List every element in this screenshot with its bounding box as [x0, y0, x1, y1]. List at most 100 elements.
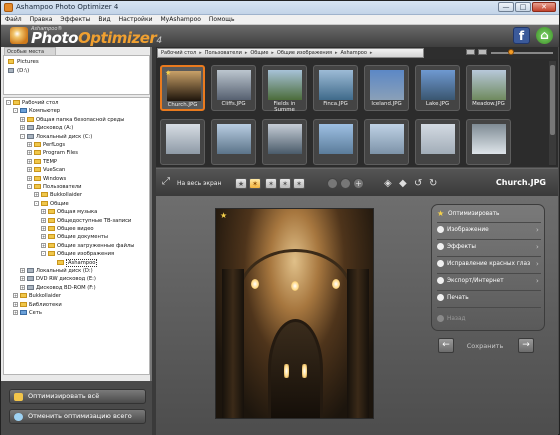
expand-icon[interactable]: +	[13, 293, 18, 299]
thumbnail[interactable]: Lake.JPG	[415, 65, 460, 111]
tree-node[interactable]: + Локальный диск (D:)	[20, 267, 93, 275]
tree-node[interactable]: + Общая папка безопасной среды	[20, 116, 124, 124]
before-after-button[interactable]: ✶	[279, 178, 291, 189]
tree-node[interactable]: - Пользователи	[27, 183, 82, 191]
folder-tree[interactable]: - Рабочий стол - Компьютер + Общая папка безо…	[3, 97, 150, 375]
expand-icon[interactable]: +	[27, 175, 32, 181]
compare-view-button[interactable]: ✶	[249, 178, 261, 189]
expand-icon[interactable]: +	[27, 158, 32, 164]
tree-node[interactable]: + Bukkollaider	[13, 292, 61, 300]
list-view-icon[interactable]	[478, 49, 487, 55]
menu-help[interactable]: Помощь	[205, 15, 239, 24]
collapse-icon[interactable]: -	[34, 200, 39, 206]
facebook-icon[interactable]: f	[513, 27, 530, 44]
breadcrumb-item[interactable]: Общие	[247, 50, 271, 56]
collapse-icon[interactable]: -	[27, 184, 32, 189]
zoom-in-icon[interactable]: +	[353, 178, 364, 189]
flip-horizontal-icon[interactable]: ◈	[384, 178, 392, 189]
tree-node[interactable]: - Локальный диск (C:)	[20, 133, 92, 141]
zoom-fit-icon[interactable]	[340, 178, 351, 189]
thumbnail[interactable]	[262, 119, 307, 165]
tree-node[interactable]: - Общие	[34, 200, 69, 208]
thumbnail[interactable]	[313, 119, 358, 165]
expand-icon[interactable]: +	[27, 142, 32, 147]
thumbnail[interactable]: Finca.JPG	[313, 65, 358, 111]
tree-node[interactable]: - Общие изображения	[41, 250, 114, 258]
maximize-button[interactable]: □	[515, 2, 531, 12]
expand-icon[interactable]: +	[13, 310, 18, 315]
tree-node[interactable]: + Библиотеки	[13, 301, 62, 309]
grid-view-icon[interactable]	[466, 49, 475, 55]
menu-edit[interactable]: Правка	[26, 15, 57, 24]
expand-icon[interactable]: +	[20, 276, 25, 282]
tree-node[interactable]: Ashampoo	[48, 258, 98, 267]
zoom-slider-knob[interactable]	[507, 49, 514, 55]
menu-view[interactable]: Вид	[94, 15, 114, 24]
tree-node[interactable]: + DVD RW дисковод (E:)	[20, 275, 96, 283]
collapse-icon[interactable]: -	[13, 108, 18, 114]
collapse-icon[interactable]: -	[41, 251, 46, 257]
tree-node[interactable]: - Компьютер	[13, 107, 60, 115]
home-icon[interactable]: ⌂	[536, 27, 553, 44]
favorite-item[interactable]: (D:\)	[8, 68, 29, 74]
next-image-button[interactable]: →	[518, 338, 534, 353]
collapse-icon[interactable]: -	[6, 100, 11, 105]
menu-settings[interactable]: Настройки	[115, 15, 157, 24]
thumbnail[interactable]: ★ Church.JPG	[160, 65, 205, 111]
tree-node[interactable]: + Дисковод BD-ROM (F:)	[20, 284, 96, 292]
tree-node[interactable]: + Program Files	[27, 149, 78, 157]
favorites-tab[interactable]: Особые места	[4, 47, 56, 55]
tree-node[interactable]: - Рабочий стол	[6, 99, 59, 107]
expand-icon[interactable]: +	[27, 167, 32, 173]
tree-node[interactable]: + Общие загруженные файлы	[41, 242, 134, 250]
export-action[interactable]: Экспорт/Интернет ›	[437, 277, 539, 286]
close-button[interactable]: ✕	[532, 2, 556, 12]
redeye-action[interactable]: Исправление красных глаз ›	[437, 260, 539, 269]
scrollbar-thumb[interactable]	[550, 65, 555, 135]
original-view-button[interactable]: ✶	[293, 178, 305, 189]
optimize-all-button[interactable]: Оптимизировать всё	[9, 389, 146, 404]
thumbnail[interactable]	[211, 119, 256, 165]
tree-node[interactable]: + Bukkollaider	[34, 191, 82, 199]
expand-icon[interactable]: +	[41, 217, 46, 223]
expand-icon[interactable]: +	[41, 226, 46, 231]
tree-node[interactable]: + Общее видео	[41, 225, 94, 233]
thumbnail[interactable]	[415, 119, 460, 165]
expand-icon[interactable]: +	[20, 268, 25, 273]
fullscreen-icon[interactable]: ⤢	[162, 176, 174, 188]
breadcrumb-separator-icon[interactable]: ▸	[370, 50, 373, 56]
breadcrumb-item[interactable]: Ashampoo	[337, 50, 369, 56]
menu-myashampoo[interactable]: MyAshampoo	[156, 15, 204, 24]
expand-icon[interactable]: +	[20, 284, 25, 290]
thumbnail[interactable]: Cliffs.JPG	[211, 65, 256, 111]
rating-star-button[interactable]: ★	[235, 178, 247, 189]
tree-node[interactable]: + Windows	[27, 175, 66, 183]
split-view-button[interactable]: ✶	[265, 178, 277, 189]
breadcrumb-item[interactable]: Рабочий стол	[158, 50, 199, 56]
effects-action[interactable]: Эффекты ›	[437, 243, 539, 252]
tree-node[interactable]: + PerfLogs	[27, 141, 65, 149]
thumbnail[interactable]	[160, 119, 205, 165]
fullscreen-label[interactable]: На весь экран	[177, 180, 221, 187]
tree-node[interactable]: + Дисковод (A:)	[20, 124, 73, 132]
optimize-action[interactable]: ★ Оптимизировать	[437, 210, 499, 219]
expand-icon[interactable]: +	[13, 301, 18, 307]
expand-icon[interactable]: +	[41, 242, 46, 248]
undo-action[interactable]: Назад	[437, 315, 466, 324]
expand-icon[interactable]: +	[20, 116, 25, 122]
tree-node[interactable]: + VueScan	[27, 166, 65, 174]
favorite-item[interactable]: Pictures	[8, 59, 39, 65]
expand-icon[interactable]: +	[34, 192, 39, 198]
menu-file[interactable]: Файл	[1, 15, 26, 24]
thumbnail[interactable]	[466, 119, 511, 165]
expand-icon[interactable]: +	[41, 234, 46, 240]
previous-image-button[interactable]: ←	[438, 338, 454, 353]
tree-node[interactable]: + Общедоступные ТВ-записи	[41, 217, 131, 225]
thumbnail[interactable]: Meadow.JPG	[466, 65, 511, 111]
undo-all-button[interactable]: Отменить оптимизацию всего	[9, 409, 146, 424]
tree-node[interactable]: + Общие документы	[41, 233, 108, 241]
expand-icon[interactable]: +	[20, 125, 25, 131]
print-action[interactable]: Печать	[437, 294, 469, 303]
tree-node[interactable]: + Сеть	[13, 309, 42, 317]
expand-icon[interactable]: +	[41, 209, 46, 215]
